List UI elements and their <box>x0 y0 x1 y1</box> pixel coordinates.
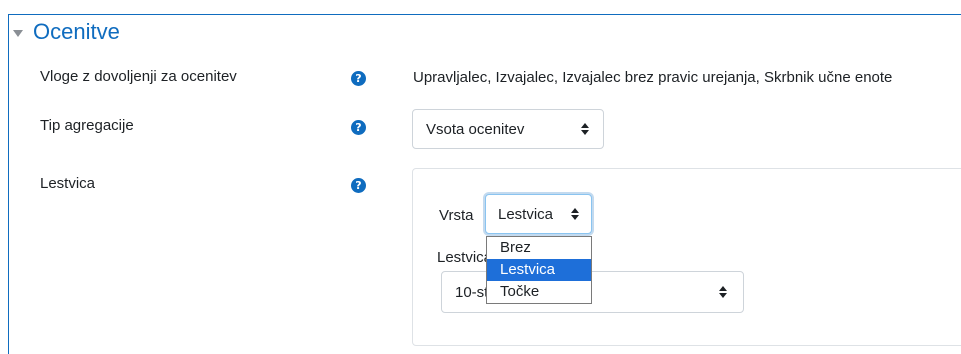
help-icon-roles[interactable]: ? <box>351 71 366 86</box>
roles-label: Vloge z dovoljenji za ocenitev <box>40 68 237 85</box>
type-dropdown-list: Brez Lestvica Točke <box>486 236 592 304</box>
select-updown-icon <box>581 123 589 135</box>
aggregation-select[interactable]: Vsota ocenitev <box>412 109 604 149</box>
section-header[interactable]: Ocenitve <box>13 18 120 46</box>
aggregation-label: Tip agregacije <box>40 117 134 134</box>
type-label: Vrsta <box>439 207 474 224</box>
dropdown-option-brez[interactable]: Brez <box>487 237 591 259</box>
dropdown-option-lestvica[interactable]: Lestvica <box>487 259 591 281</box>
select-updown-icon <box>719 286 727 298</box>
collapse-triangle-icon[interactable] <box>13 29 23 37</box>
scale-label: Lestvica <box>40 175 96 192</box>
aggregation-select-value: Vsota ocenitev <box>426 120 525 138</box>
dropdown-option-tocke[interactable]: Točke <box>487 281 591 303</box>
section-title: Ocenitve <box>33 19 120 44</box>
select-updown-icon <box>571 208 579 220</box>
type-select[interactable]: Lestvica <box>485 194 592 234</box>
help-icon-aggregation[interactable]: ? <box>351 120 366 135</box>
roles-value: Upravljalec, Izvajalec, Izvajalec brez p… <box>413 69 893 86</box>
type-select-value: Lestvica <box>498 205 554 223</box>
help-icon-scale[interactable]: ? <box>351 178 366 193</box>
scale-sub-label: Lestvica <box>437 249 493 266</box>
